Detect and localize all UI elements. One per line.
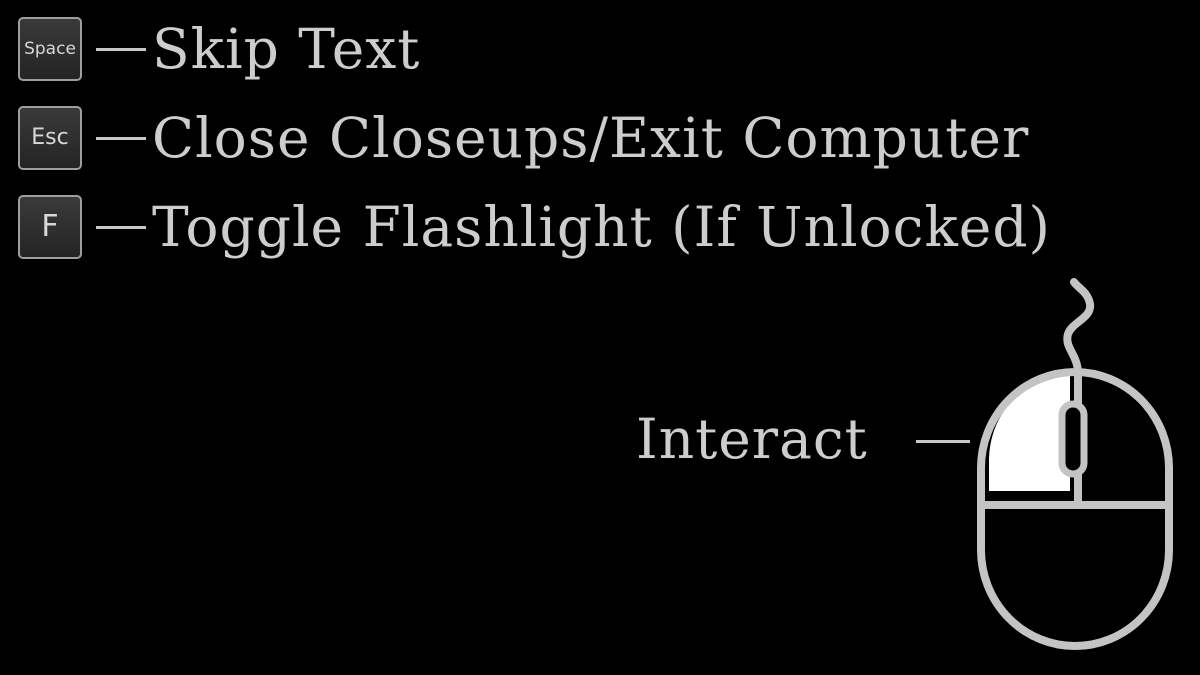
connector-line (916, 440, 970, 443)
skip-text-label: Skip Text (152, 16, 421, 81)
connector-line (96, 225, 146, 229)
connector-line (96, 136, 146, 140)
toggle-flashlight-label: Toggle Flashlight (If Unlocked) (152, 194, 1051, 259)
close-closeups-label: Close Closeups/Exit Computer (152, 105, 1030, 170)
mouse-left-click-icon (977, 278, 1173, 650)
space-key-icon: Space (18, 17, 82, 81)
esc-key-label: Esc (31, 125, 69, 150)
scroll-wheel (1058, 400, 1088, 478)
left-button-highlight (989, 375, 1070, 491)
control-row-skip-text: Space Skip Text (18, 15, 420, 83)
space-key-label: Space (24, 38, 76, 59)
interact-label: Interact (636, 407, 868, 471)
f-key-icon: F (18, 195, 82, 259)
mouse-cable (1063, 278, 1095, 378)
f-key-label: F (41, 209, 59, 244)
control-row-toggle-flashlight: F Toggle Flashlight (If Unlocked) (18, 193, 1051, 261)
control-row-close-closeups: Esc Close Closeups/Exit Computer (18, 104, 1029, 172)
connector-line (96, 47, 146, 51)
esc-key-icon: Esc (18, 106, 82, 170)
